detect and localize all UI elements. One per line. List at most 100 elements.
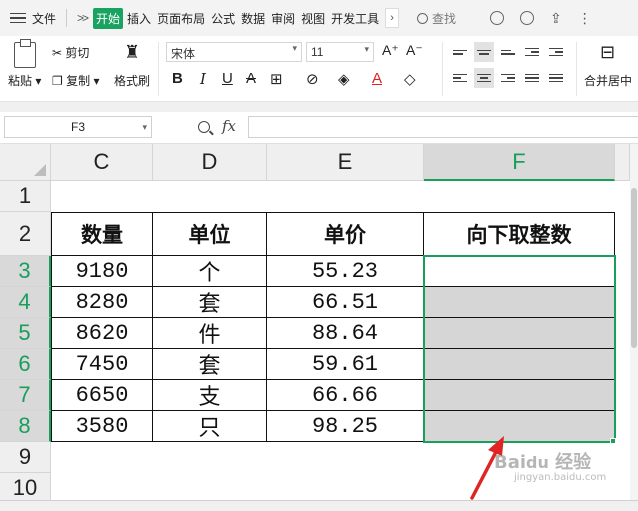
column-header-c[interactable]: C — [51, 144, 153, 181]
row-header-8[interactable]: 8 — [0, 411, 51, 442]
insert-function-button[interactable]: fx — [222, 117, 236, 135]
cell-d5[interactable]: 件 — [153, 318, 267, 349]
font-color-button[interactable]: A — [372, 70, 382, 87]
format-painter-icon[interactable]: ♜ — [124, 42, 140, 63]
tab-home[interactable]: 开始 — [93, 7, 124, 29]
indent-increase-button[interactable] — [546, 42, 566, 62]
font-size-select[interactable]: 11 ▾ — [306, 42, 374, 62]
cell-f8[interactable] — [424, 411, 615, 442]
menu-icon[interactable] — [10, 12, 26, 24]
underline-button[interactable]: U — [222, 70, 233, 87]
paste-icon[interactable] — [14, 39, 36, 68]
cell-e3[interactable]: 55.23 — [267, 256, 424, 287]
cell-d2[interactable]: 单位 — [153, 212, 267, 256]
increase-font-size-button[interactable]: A⁺ — [382, 42, 399, 59]
cell-e6[interactable]: 59.61 — [267, 349, 424, 380]
font-name-select[interactable]: 宋体 ▾ — [166, 42, 302, 62]
cell-e8[interactable]: 98.25 — [267, 411, 424, 442]
cell-d6[interactable]: 套 — [153, 349, 267, 380]
row-header-4[interactable]: 4 — [0, 287, 51, 318]
cell-d4[interactable]: 套 — [153, 287, 267, 318]
cell-f5[interactable] — [424, 318, 615, 349]
share-icon[interactable]: ⇪ — [550, 10, 562, 27]
cell-d8[interactable]: 只 — [153, 411, 267, 442]
cut-button[interactable]: ✂ 剪切 — [52, 44, 89, 61]
row-header-7[interactable]: 7 — [0, 380, 51, 411]
cell-f7[interactable] — [424, 380, 615, 411]
tab-view[interactable]: 视图 — [299, 10, 327, 27]
cell-d3[interactable]: 个 — [153, 256, 267, 287]
strikethrough-button[interactable]: A — [246, 70, 256, 87]
align-top-button[interactable] — [450, 42, 470, 62]
format-painter-button[interactable]: 格式刷 — [114, 72, 150, 89]
formula-input[interactable] — [248, 116, 638, 138]
align-center-button[interactable] — [474, 68, 494, 88]
copy-button[interactable]: ❐ 复制 ▾ — [52, 72, 99, 89]
clear-format-icon[interactable]: ◇ — [404, 70, 416, 88]
tab-review[interactable]: 审阅 — [269, 10, 297, 27]
column-header-e[interactable]: E — [267, 144, 424, 181]
column-header-g[interactable] — [615, 144, 630, 181]
tab-developer[interactable]: 开发工具 — [329, 10, 381, 27]
row-header-9[interactable]: 9 — [0, 442, 51, 473]
cloud-sync-icon[interactable] — [490, 11, 505, 25]
cell-f2[interactable]: 向下取整数 — [424, 212, 615, 256]
row-header-6[interactable]: 6 — [0, 349, 51, 380]
file-menu[interactable]: 文件 — [32, 10, 56, 27]
row-header-2[interactable]: 2 — [0, 212, 51, 256]
cell-e5[interactable]: 88.64 — [267, 318, 424, 349]
search-label: 查找 — [432, 11, 457, 26]
user-add-icon[interactable] — [520, 11, 535, 25]
cell-c8[interactable]: 3580 — [51, 411, 153, 442]
cell-f3[interactable] — [424, 256, 615, 287]
column-header-d[interactable]: D — [153, 144, 267, 181]
cell-e4[interactable]: 66.51 — [267, 287, 424, 318]
name-box[interactable]: F3 ▾ — [4, 116, 152, 138]
decrease-font-size-button[interactable]: A⁻ — [406, 42, 423, 59]
cell-style-icon[interactable]: ⊘ — [306, 70, 319, 88]
cell-f4[interactable] — [424, 287, 615, 318]
cell-e2[interactable]: 单价 — [267, 212, 424, 256]
cell-c2[interactable]: 数量 — [51, 212, 153, 256]
column-header-f[interactable]: F — [424, 144, 615, 181]
cell-f6[interactable] — [424, 349, 615, 380]
cell-c4[interactable]: 8280 — [51, 287, 153, 318]
cell-d7[interactable]: 支 — [153, 380, 267, 411]
fill-handle[interactable] — [610, 438, 616, 444]
tab-page-layout[interactable]: 页面布局 — [155, 10, 207, 27]
row-header-3[interactable]: 3 — [0, 256, 51, 287]
more-options-icon[interactable]: ⋮ — [578, 10, 592, 27]
row-header-1[interactable]: 1 — [0, 181, 51, 212]
scrollbar-thumb[interactable] — [631, 188, 637, 348]
distributed-align-button[interactable] — [546, 68, 566, 88]
tabs-scroll-right-button[interactable]: › — [385, 8, 400, 28]
sheet-tabs-bar — [0, 500, 638, 511]
indent-decrease-button[interactable] — [522, 42, 542, 62]
cell-c6[interactable]: 7450 — [51, 349, 153, 380]
border-icon[interactable]: ⊞ — [270, 70, 283, 88]
cell-c7[interactable]: 6650 — [51, 380, 153, 411]
align-right-button[interactable] — [498, 68, 518, 88]
fill-color-icon[interactable]: ◈ — [338, 70, 350, 88]
vertical-scrollbar[interactable] — [630, 144, 638, 511]
tab-data[interactable]: 数据 — [239, 10, 267, 27]
align-left-button[interactable] — [450, 68, 470, 88]
bold-button[interactable]: B — [172, 70, 183, 87]
justify-button[interactable] — [522, 68, 542, 88]
tab-insert[interactable]: 插入 — [125, 10, 153, 27]
paste-button[interactable]: 粘贴 ▾ — [8, 72, 41, 89]
merge-center-button[interactable]: 合并居中 — [584, 72, 632, 89]
italic-button[interactable]: I — [200, 70, 206, 88]
search-box[interactable]: 查找 — [417, 10, 456, 27]
row-header-5[interactable]: 5 — [0, 318, 51, 349]
cell-e7[interactable]: 66.66 — [267, 380, 424, 411]
cell-c3[interactable]: 9180 — [51, 256, 153, 287]
merge-center-icon[interactable]: ⊟ — [600, 42, 615, 63]
align-middle-button[interactable] — [474, 42, 494, 62]
zoom-icon[interactable] — [198, 121, 210, 133]
select-all-corner[interactable] — [0, 144, 51, 181]
more-menus-button[interactable]: >> — [77, 11, 89, 25]
align-bottom-button[interactable] — [498, 42, 518, 62]
tab-formulas[interactable]: 公式 — [209, 10, 237, 27]
cell-c5[interactable]: 8620 — [51, 318, 153, 349]
